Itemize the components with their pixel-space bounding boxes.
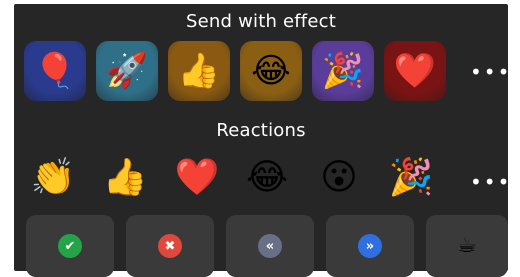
effect-heart-button[interactable]: ❤️ [384,41,446,101]
reaction-party-popper[interactable]: 🎉 [386,150,436,206]
effect-tears-of-joy-button[interactable]: 😂 [240,41,302,101]
more-effects-button[interactable]: ••• [470,62,511,82]
coffee-icon: ☕ [457,233,477,258]
close-icon: ✖ [158,234,182,258]
effect-party-popper-button[interactable]: 🎉 [312,41,374,101]
effect-rocket-button[interactable]: 🚀 [96,41,158,101]
rewind-button[interactable]: « [226,215,314,277]
balloon-icon: 🎈 [33,51,77,91]
reaction-thumbs-up[interactable]: 👍 [100,150,150,206]
rewind-icon: « [258,234,282,258]
thumbs-up-icon: 👍 [177,51,221,91]
effects-reactions-panel: Send with effect 🎈 🚀 👍 😂 🎉 ❤️ ••• Reacti… [14,4,511,277]
reaction-heart[interactable]: ❤️ [172,150,222,206]
effect-thumbs-up-button[interactable]: 👍 [168,41,230,101]
fast-forward-button[interactable]: » [326,215,414,277]
reaction-surprised-face[interactable]: 😮 [314,150,364,206]
effect-balloon-button[interactable]: 🎈 [24,41,86,101]
more-reactions-button[interactable]: ••• [470,172,511,192]
reactions-title: Reactions [216,120,306,141]
heart-icon: ❤️ [393,51,437,91]
coffee-button[interactable]: ☕ [426,215,508,277]
reaction-tears-of-joy[interactable]: 😂 [242,150,292,206]
party-popper-icon: 🎉 [321,51,365,91]
reaction-clapping-hands[interactable]: 👏 [28,150,78,206]
fast-forward-icon: » [358,234,382,258]
check-icon: ✔ [58,234,82,258]
close-button[interactable]: ✖ [126,215,214,277]
check-button[interactable]: ✔ [26,215,114,277]
send-with-effect-title: Send with effect [186,11,336,32]
tears-of-joy-icon: 😂 [251,51,291,91]
actions-row: ✔ ✖ « » ☕ [14,215,508,277]
rocket-icon: 🚀 [105,51,149,91]
reactions-row: 👏 👍 ❤️ 😂 😮 🎉 ••• [14,150,511,206]
